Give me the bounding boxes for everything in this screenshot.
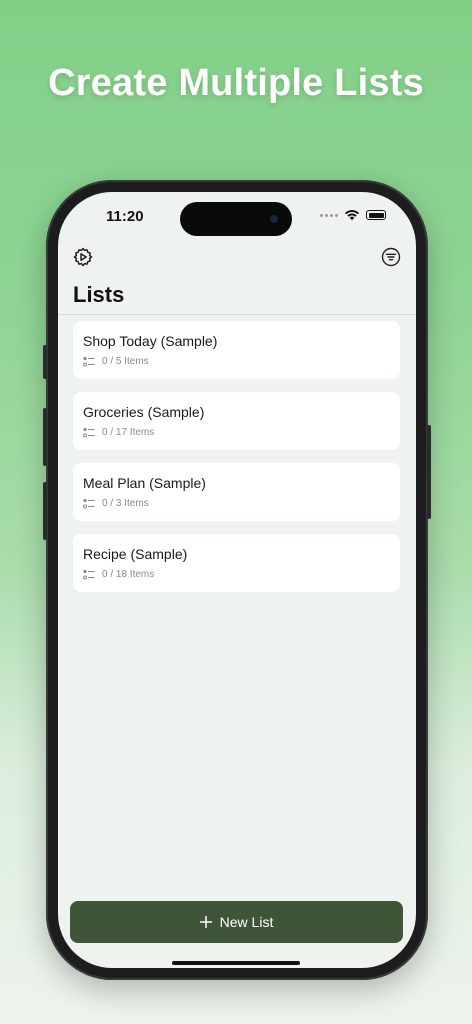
list-card-count: 0 / 3 Items: [102, 498, 149, 509]
list-card-title: Shop Today (Sample): [83, 333, 218, 349]
new-list-button-label: New List: [219, 914, 274, 930]
list-card[interactable]: Groceries (Sample) 0 / 17 Items: [73, 392, 400, 450]
camera-lens-icon: [270, 215, 278, 223]
settings-gear-icon[interactable]: [72, 246, 94, 268]
status-bar: 11:20: [58, 192, 416, 242]
list-card-meta: 0 / 3 Items: [83, 498, 149, 509]
filter-icon[interactable]: [380, 246, 402, 268]
signal-dots-icon: [320, 213, 338, 217]
new-list-button[interactable]: New List: [70, 901, 403, 943]
checklist-icon: [83, 356, 95, 367]
page-title: Lists: [73, 282, 125, 307]
status-time: 11:20: [106, 208, 144, 225]
list-card-count: 0 / 18 Items: [102, 569, 155, 580]
phone-screen: 11:20 Lists Shop Today (Sample) 0 / 5 It…: [58, 192, 416, 968]
checklist-icon: [83, 498, 95, 509]
list-card-count: 0 / 17 Items: [102, 427, 155, 438]
list-card-meta: 0 / 17 Items: [83, 427, 154, 438]
dynamic-island: [180, 202, 292, 236]
promo-headline: Create Multiple Lists: [48, 62, 424, 104]
wifi-icon: [345, 210, 359, 221]
home-indicator[interactable]: [172, 961, 300, 965]
list-card-meta: 0 / 5 Items: [83, 356, 149, 367]
list-card-title: Groceries (Sample): [83, 404, 205, 420]
phone-volume-up-button: [43, 408, 47, 466]
checklist-icon: [83, 569, 95, 580]
list-card[interactable]: Meal Plan (Sample) 0 / 3 Items: [73, 463, 400, 521]
title-divider: [58, 314, 416, 315]
list-card[interactable]: Recipe (Sample) 0 / 18 Items: [73, 534, 400, 592]
phone-frame: 11:20 Lists Shop Today (Sample) 0 / 5 It…: [43, 180, 431, 980]
checklist-icon: [83, 427, 95, 438]
list-card-meta: 0 / 18 Items: [83, 569, 154, 580]
list-card-count: 0 / 5 Items: [102, 356, 149, 367]
lists-container: Shop Today (Sample) 0 / 5 Items Grocerie…: [73, 321, 400, 605]
plus-icon: [199, 916, 212, 928]
battery-icon: [366, 210, 386, 220]
list-card-title: Meal Plan (Sample): [83, 475, 206, 491]
list-card[interactable]: Shop Today (Sample) 0 / 5 Items: [73, 321, 400, 379]
top-toolbar: [58, 246, 416, 270]
phone-power-button: [427, 425, 431, 519]
phone-volume-down-button: [43, 482, 47, 540]
status-indicators: [320, 209, 386, 221]
list-card-title: Recipe (Sample): [83, 546, 188, 562]
phone-action-button: [43, 345, 47, 379]
app-store-screenshot: Create Multiple Lists 11:20 Lists Shop T…: [0, 0, 472, 1024]
